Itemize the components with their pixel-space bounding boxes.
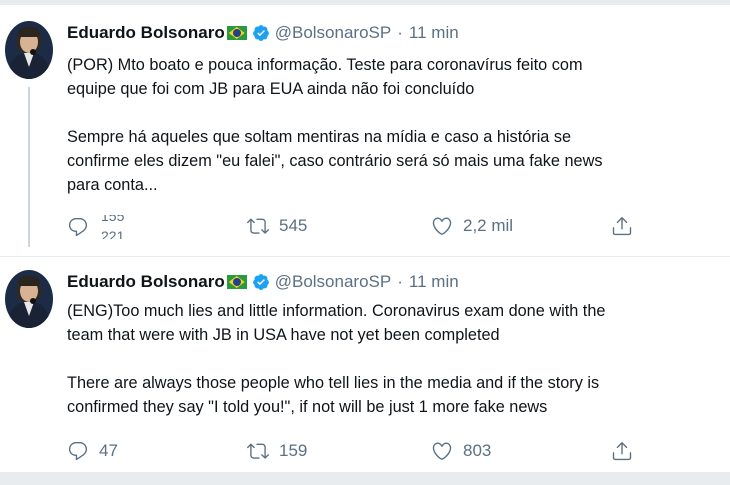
author-name[interactable]: Eduardo Bolsonaro [67, 272, 225, 292]
reply-count-rolling-bottom: 221 [101, 228, 125, 239]
tweet-timestamp[interactable]: 11 min [409, 272, 459, 292]
heart-icon [432, 442, 452, 460]
like-count: 803 [463, 441, 492, 460]
share-icon [612, 217, 632, 236]
retweet-button[interactable]: 545 [247, 215, 307, 237]
reply-count: 47 [99, 441, 118, 460]
retweet-count: 545 [279, 216, 308, 235]
share-button[interactable] [611, 215, 633, 237]
reply-icon [68, 218, 88, 237]
tweet-text: (POR) Mto boato e pouca informação. Test… [67, 56, 603, 194]
tweet-header: Eduardo Bolsonaro @BolsonaroSP · 11 min [67, 272, 459, 292]
share-button[interactable] [611, 440, 633, 462]
reply-button[interactable]: 155 221 [67, 215, 137, 239]
author-handle[interactable]: @BolsonaroSP [275, 272, 392, 292]
bottom-frame-border [0, 472, 730, 485]
retweet-button[interactable]: 159 [247, 440, 307, 462]
verified-badge-icon [252, 25, 269, 41]
reply-icon [68, 442, 88, 461]
author-handle[interactable]: @BolsonaroSP [275, 23, 392, 43]
tweet-timestamp[interactable]: 11 min [409, 23, 459, 43]
like-button[interactable]: 2,2 mil [431, 215, 513, 237]
tweet-text: (ENG)Too much lies and little informatio… [67, 302, 606, 416]
retweet-count: 159 [279, 441, 308, 460]
reply-count: 155 221 [101, 215, 137, 239]
avatar[interactable] [5, 270, 53, 328]
separator-dot: · [397, 23, 403, 42]
tweet-actions: 47 159 803 [67, 440, 667, 470]
reply-count-rolling-top: 155 [101, 215, 125, 224]
tweet-header: Eduardo Bolsonaro @BolsonaroSP · 11 min [67, 23, 459, 43]
brazil-flag-icon [226, 275, 247, 289]
brazil-flag-icon [226, 26, 247, 40]
heart-icon [432, 217, 452, 235]
tweet[interactable]: Eduardo Bolsonaro @BolsonaroSP · 11 min … [0, 5, 730, 250]
share-icon [612, 442, 632, 461]
like-count: 2,2 mil [463, 216, 514, 235]
thread-connector-line [28, 87, 30, 247]
author-name[interactable]: Eduardo Bolsonaro [67, 23, 225, 43]
like-button[interactable]: 803 [431, 440, 491, 462]
reply-button[interactable]: 47 [67, 440, 118, 462]
tweet[interactable]: Eduardo Bolsonaro @BolsonaroSP · 11 min … [0, 256, 730, 473]
tweet-actions: 155 221 545 2,2 mil [67, 215, 667, 245]
verified-badge-icon [252, 274, 269, 290]
avatar[interactable] [5, 21, 53, 79]
retweet-icon [247, 443, 269, 459]
retweet-icon [247, 218, 269, 234]
separator-dot: · [397, 272, 403, 291]
